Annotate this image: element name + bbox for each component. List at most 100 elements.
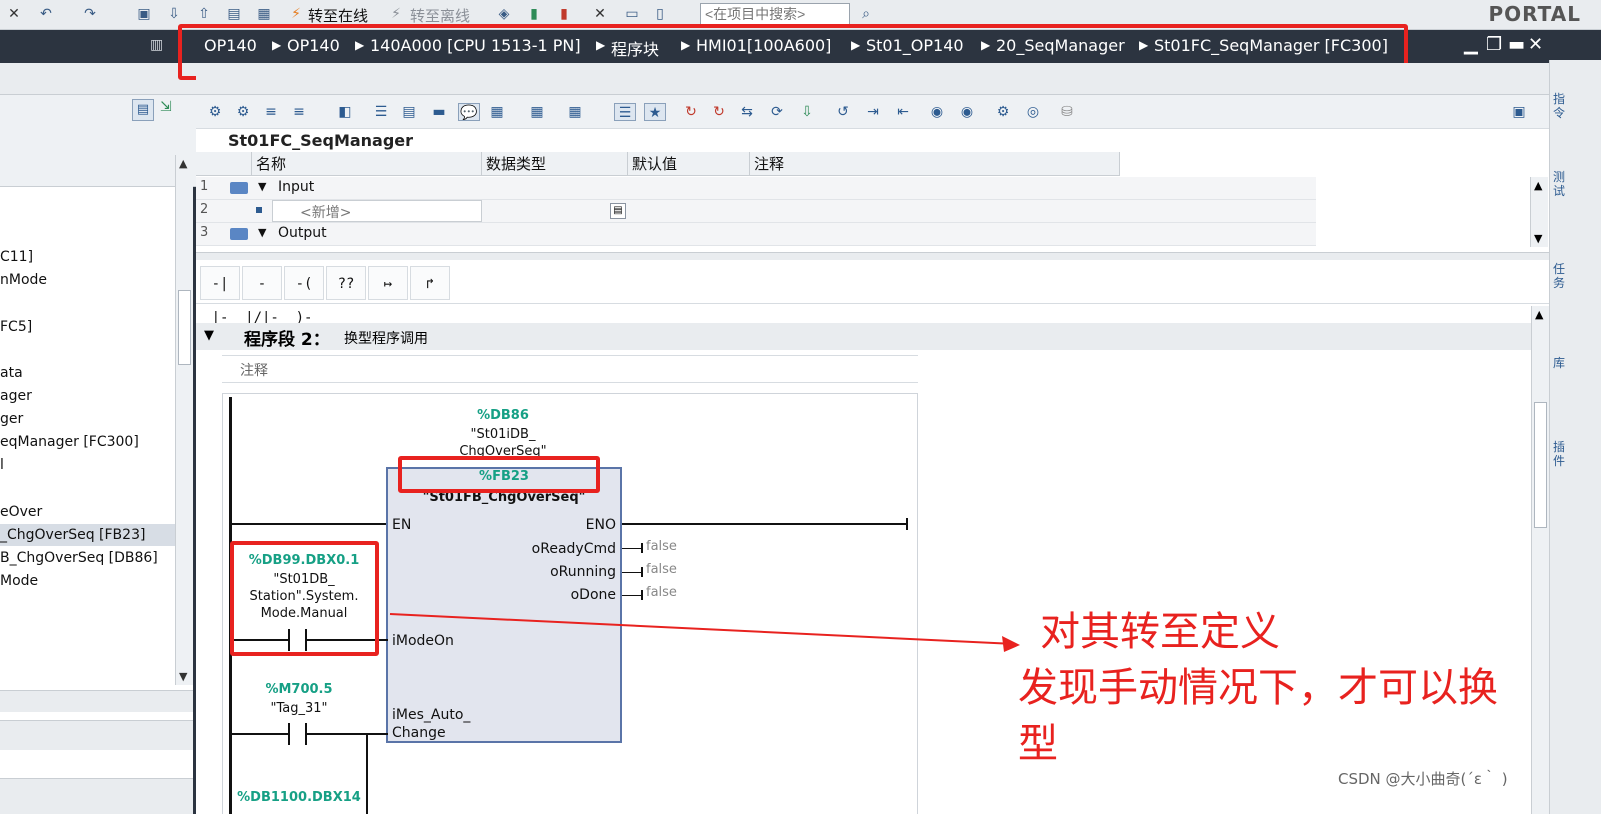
scrollbar-thumb[interactable] (178, 290, 191, 365)
scroll-up-icon[interactable]: ▲ (179, 157, 187, 170)
open-branch-icon[interactable]: ↦ (368, 266, 408, 300)
tab-addins[interactable]: 插件 (1553, 440, 1567, 468)
tree-export-icon[interactable]: ⇲ (160, 99, 172, 115)
tree-item[interactable]: eOver (0, 501, 176, 523)
database-icon[interactable]: ⛁ (1056, 103, 1078, 121)
favorites-icon[interactable]: ★ (644, 103, 666, 121)
tree-item[interactable]: ata (0, 362, 176, 384)
scroll-up-icon[interactable]: ▲ (1535, 308, 1543, 321)
interface-row[interactable]: 1 ▼ Input (196, 177, 1316, 200)
maximize-icon[interactable]: ▬ (1508, 34, 1525, 55)
empty-box-icon[interactable]: ?? (326, 266, 366, 300)
tab-test[interactable]: 测试 (1553, 170, 1567, 198)
comment-icon[interactable]: 💬 (458, 103, 480, 121)
minimize-icon[interactable]: ▁ (1464, 34, 1478, 55)
expand-icon[interactable]: ▼ (258, 180, 266, 193)
scrollbar-thumb[interactable] (1534, 402, 1547, 528)
goto-error-icon[interactable]: ↻ (680, 103, 702, 121)
undo-icon[interactable]: ↶ (38, 6, 54, 22)
column-header-default[interactable]: 默认值 (628, 152, 750, 176)
expand-icon[interactable]: ▼ (258, 226, 266, 239)
instance-db-address[interactable]: %DB86 (440, 408, 566, 423)
network-header[interactable]: ▼ 程序段 2： 换型程序调用 (196, 323, 1536, 350)
compile-icon[interactable]: ▦ (256, 6, 272, 22)
tab-instructions[interactable]: 指令 (1553, 92, 1567, 120)
align-icon[interactable]: ☰ (370, 103, 392, 121)
tree-item[interactable]: nMode (0, 269, 176, 291)
go-online-button[interactable]: 转至在线 (308, 5, 368, 26)
stop-cpu-icon[interactable]: ▮ (556, 6, 572, 22)
call-icon[interactable]: ↺ (832, 103, 854, 121)
delete-row-icon[interactable]: ≡ (288, 103, 310, 121)
tree-item[interactable]: C11] (0, 246, 176, 268)
column-header-comment[interactable]: 注释 (750, 152, 1120, 176)
coil-icon[interactable]: -( )- (284, 266, 324, 326)
save-icon[interactable]: ▤ (226, 6, 242, 22)
watch-icon[interactable]: ◎ (1022, 103, 1044, 121)
network-scrollbar[interactable]: ▲ (1531, 306, 1549, 814)
cross-ref-icon[interactable]: ✕ (592, 6, 608, 22)
tree-item[interactable]: ager (0, 385, 176, 407)
monitor-all-icon[interactable]: ◉ (956, 103, 978, 121)
collapse-network-icon[interactable]: ▼ (204, 328, 214, 343)
start-cpu-icon[interactable]: ▮ (526, 6, 542, 22)
scroll-up-icon[interactable]: ▲ (1534, 179, 1542, 192)
insert-network-icon[interactable]: ⚙ (204, 103, 226, 121)
splitter[interactable] (196, 252, 1556, 260)
outdent-icon[interactable]: ⇤ (892, 103, 914, 121)
redo-icon[interactable]: ↷ (82, 6, 98, 22)
go-offline-button[interactable]: 转至离线 (410, 5, 470, 26)
tree-scrollbar[interactable]: ▲ ▼ (175, 155, 193, 685)
address-icon[interactable]: ▦ (486, 103, 508, 121)
indent-icon[interactable]: ⇥ (862, 103, 884, 121)
update-icon[interactable]: ⟳ (766, 103, 788, 121)
tree-item[interactable]: eqManager [FC300] (0, 431, 176, 453)
close-icon[interactable]: ✕ (6, 6, 22, 22)
close-editor-icon[interactable]: ✕ (1528, 34, 1543, 55)
tree-item[interactable]: FC5] (0, 316, 176, 338)
split-h-icon[interactable]: ▭ (624, 6, 640, 22)
tree-item[interactable]: ger (0, 408, 176, 430)
restore-icon[interactable]: ❐ (1486, 34, 1502, 55)
no-contact-icon[interactable]: -| |- (200, 266, 240, 326)
go-offline-icon[interactable]: ⚡ (388, 6, 404, 22)
datatype-picker-icon[interactable]: ▤ (610, 203, 626, 219)
download-icon[interactable]: ⇩ (166, 6, 182, 22)
tree-item[interactable]: Mode (0, 570, 176, 592)
toggle-icon[interactable]: ◧ (334, 103, 356, 121)
delete-network-icon[interactable]: ⚙ (232, 103, 254, 121)
close-branch-icon[interactable]: ↱ (410, 266, 450, 300)
settings-icon[interactable]: ⚙ (992, 103, 1014, 121)
diagnostics-icon[interactable]: ◈ (496, 6, 512, 22)
network-comment[interactable]: 注释 (222, 355, 918, 383)
interface-scrollbar[interactable]: ▲ ▼ (1530, 177, 1548, 247)
go-online-icon[interactable]: ⚡ (288, 6, 304, 22)
tab-libraries[interactable]: 库 (1553, 356, 1567, 370)
column-header-name[interactable]: 名称 (252, 152, 482, 176)
interface-row[interactable]: 3 ▼ Output (196, 223, 1316, 246)
download-block-icon[interactable]: ⇩ (796, 103, 818, 121)
copy-icon[interactable]: ▣ (136, 6, 152, 22)
insert-row-icon[interactable]: ≡ (260, 103, 282, 121)
tree-item-selected[interactable]: _ChgOverSeq [FB23] (0, 524, 176, 546)
split-v-icon[interactable]: ▯ (652, 6, 668, 22)
list-icon[interactable]: ☰ (614, 103, 636, 121)
search-input[interactable] (700, 3, 850, 25)
symbol-icon[interactable]: ▦ (564, 103, 586, 121)
interface-row[interactable]: 2 <新增> ▤ (196, 200, 1316, 223)
tree-item[interactable]: l (0, 454, 176, 476)
monitor-icon[interactable]: ◉ (926, 103, 948, 121)
scroll-down-icon[interactable]: ▼ (179, 670, 187, 683)
open-all-icon[interactable]: ▤ (398, 103, 420, 121)
compare-icon[interactable]: ⇆ (736, 103, 758, 121)
tree-item[interactable]: B_ChgOverSeq [DB86] (0, 547, 176, 569)
close-all-icon[interactable]: ▬ (428, 103, 450, 121)
layout-icon[interactable]: ▣ (1508, 103, 1530, 121)
nc-contact-icon[interactable]: -|/|- (242, 266, 282, 326)
absolute-icon[interactable]: ▦ (526, 103, 548, 121)
next-error-icon[interactable]: ↻ (708, 103, 730, 121)
tab-tasks[interactable]: 任务 (1553, 262, 1567, 290)
search-icon[interactable]: ⌕ (858, 6, 874, 22)
upload-icon[interactable]: ⇧ (196, 6, 212, 22)
contact2-address[interactable]: %M700.5 (234, 682, 364, 697)
